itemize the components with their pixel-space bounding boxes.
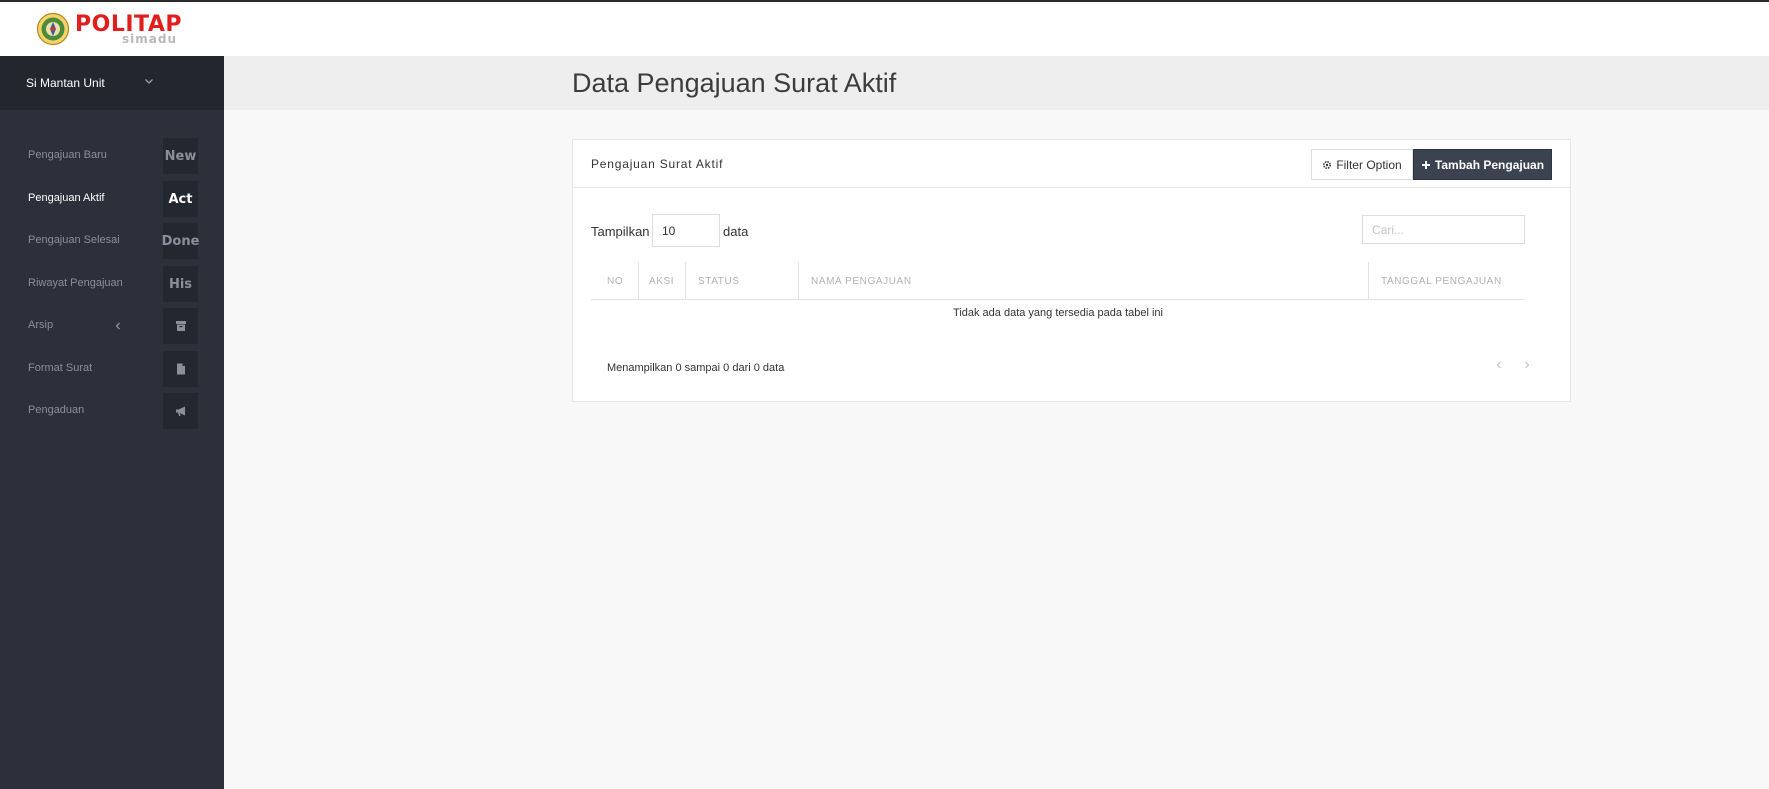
chevron-left-icon[interactable] — [1493, 359, 1505, 371]
data-panel: Pengajuan Surat Aktif Filter Option Tamb… — [572, 139, 1571, 402]
badge-done: Done — [162, 223, 199, 259]
sidebar-item-label: Arsip — [28, 319, 54, 331]
sidebar-item-arsip[interactable]: Arsip — [0, 308, 224, 346]
sidebar-item-pengajuan-aktif[interactable]: Pengajuan Aktif Act — [0, 181, 224, 219]
panel-header: Pengajuan Surat Aktif Filter Option Tamb… — [573, 140, 1570, 188]
page-title: Data Pengajuan Surat Aktif — [572, 68, 897, 98]
table-header: NO AKSI STATUS NAMA PENGAJUAN TANGGAL PE… — [591, 262, 1525, 300]
page-length-input[interactable] — [652, 214, 720, 247]
sidebar-item-label: Pengajuan Baru — [28, 149, 107, 161]
badge-new: New — [163, 138, 198, 174]
sidebar-item-label: Pengaduan — [28, 404, 85, 416]
filter-option-button[interactable]: Filter Option — [1311, 149, 1413, 180]
sidebar-item-label: Pengajuan Aktif — [28, 192, 105, 204]
page-header: Data Pengajuan Surat Aktif — [224, 56, 1769, 110]
badge-act: Act — [163, 181, 198, 217]
column-header-nama-pengajuan[interactable]: NAMA PENGAJUAN — [798, 262, 1368, 300]
add-submission-label: Tambah Pengajuan — [1434, 157, 1545, 172]
top-bar: POLITAP simadu — [0, 2, 1769, 56]
file-icon — [163, 351, 198, 387]
user-name: Si Mantan Unit — [26, 76, 105, 90]
plus-icon — [1421, 160, 1430, 169]
filter-option-label: Filter Option — [1336, 157, 1402, 172]
megaphone-icon — [163, 393, 198, 429]
sidebar-item-label: Riwayat Pengajuan — [28, 277, 123, 289]
column-header-no[interactable]: NO — [591, 262, 638, 300]
sidebar-item-label: Pengajuan Selesai — [28, 234, 120, 246]
gear-icon — [1323, 160, 1332, 169]
sidebar-item-format-surat[interactable]: Format Surat — [0, 351, 224, 389]
chevron-right-icon[interactable] — [1521, 359, 1533, 371]
sidebar: Si Mantan Unit Pengajuan Baru New Pengaj… — [0, 56, 224, 789]
search-input[interactable] — [1362, 215, 1525, 244]
sidebar-item-pengajuan-baru[interactable]: Pengajuan Baru New — [0, 138, 224, 176]
brand-sub: simadu — [122, 32, 177, 46]
chevron-left-icon — [115, 322, 120, 330]
column-header-aksi[interactable]: AKSI — [638, 262, 685, 300]
logo[interactable]: POLITAP simadu — [36, 12, 181, 46]
add-submission-button[interactable]: Tambah Pengajuan — [1413, 149, 1552, 180]
sidebar-item-riwayat-pengajuan[interactable]: Riwayat Pengajuan His — [0, 266, 224, 304]
sidebar-item-pengajuan-selesai[interactable]: Pengajuan Selesai Done — [0, 223, 224, 261]
table-empty-message: Tidak ada data yang tersedia pada tabel … — [953, 307, 1163, 319]
badge-his: His — [163, 266, 198, 302]
archive-icon — [163, 308, 198, 344]
emblem-icon — [36, 12, 70, 46]
column-header-status[interactable]: STATUS — [685, 262, 798, 300]
sidebar-item-label: Format Surat — [28, 362, 93, 374]
user-menu[interactable]: Si Mantan Unit — [0, 56, 224, 110]
length-suffix: data — [723, 224, 749, 239]
sidebar-item-pengaduan[interactable]: Pengaduan — [0, 393, 224, 431]
length-label: Tampilkan — [591, 224, 650, 239]
chevron-down-icon — [145, 79, 153, 84]
table-info: Menampilkan 0 sampai 0 dari 0 data — [607, 362, 785, 374]
column-header-tanggal-pengajuan[interactable]: TANGGAL PENGAJUAN — [1368, 262, 1525, 300]
panel-title: Pengajuan Surat Aktif — [591, 157, 724, 171]
